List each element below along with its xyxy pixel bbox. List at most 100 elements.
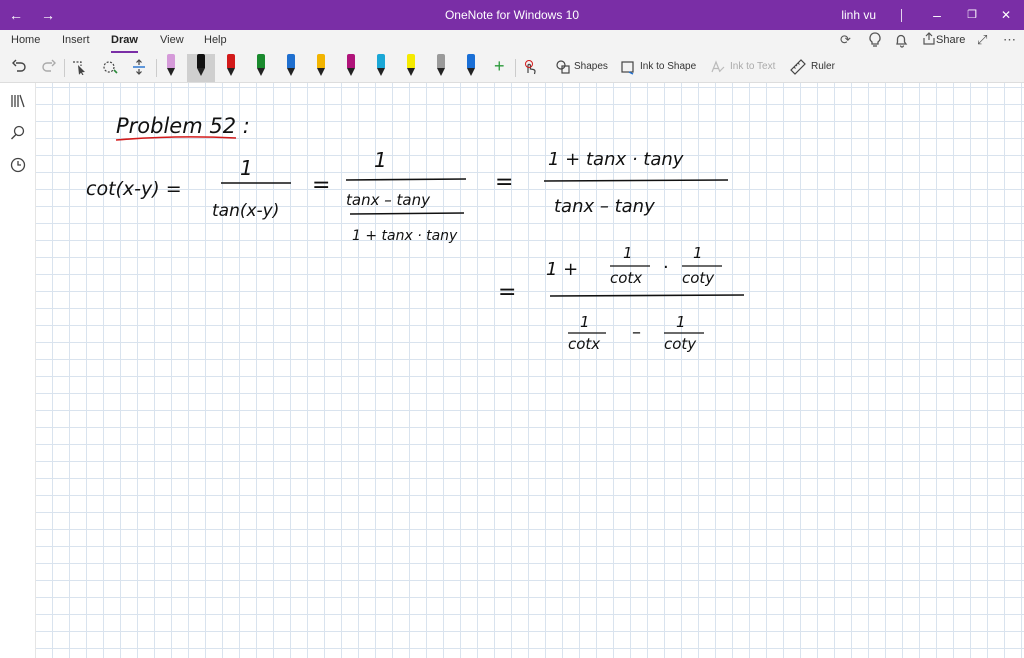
pen-tip-icon [167,68,175,76]
pen-tool[interactable] [466,54,476,78]
frac1-denominator: tan(x-y) [212,201,279,221]
problem-heading: Problem 52 : [116,114,250,138]
ruler-button[interactable]: Ruler [811,61,835,72]
notebooks-icon[interactable] [10,93,26,112]
tab-insert[interactable]: Insert [62,34,90,46]
tab-draw[interactable]: Draw [111,34,138,53]
toolbar-divider [64,59,65,77]
pen-tool[interactable] [166,54,176,78]
tab-home[interactable]: Home [11,34,40,46]
tab-view[interactable]: View [160,34,184,46]
lasso-select-icon[interactable] [71,59,89,78]
redo-icon[interactable] [41,59,57,78]
pen-tip-icon [437,68,445,76]
line2-f1-denominator: cotx [610,269,642,287]
line2-f1-numerator: 1 [623,244,633,262]
ruler-icon[interactable] [790,59,806,78]
navigation-rail [0,83,36,658]
titlebar-divider [901,9,902,22]
sync-icon[interactable]: ⟳ [840,32,851,48]
pen-tip-icon [347,68,355,76]
pen-tip-icon [227,68,235,76]
line2-den-f1-denominator: cotx [568,335,600,353]
tab-help[interactable]: Help [204,34,227,46]
pen-tip-icon [467,68,475,76]
undo-icon[interactable] [11,59,27,78]
frac2-bar [345,178,467,181]
shapes-button[interactable]: Shapes [574,61,608,72]
search-icon[interactable] [10,125,26,144]
pen-tip-icon [407,68,415,76]
pen-tip-icon [377,68,385,76]
notifications-icon[interactable] [894,32,910,51]
pen-tip-icon [287,68,295,76]
equals-3: = [498,280,516,305]
pen-tool[interactable] [196,54,206,78]
pen-color-swatch [347,54,355,68]
restore-button[interactable]: ❐ [961,0,983,30]
add-space-icon[interactable] [132,59,146,78]
line2-f2-denominator: coty [682,269,715,287]
line2-f2-numerator: 1 [693,244,703,262]
frac2-inner-bar [349,212,465,215]
ribbon-tabs: Home Insert Draw View Help ⟳ Share ⤢ ⋯ [0,30,1024,54]
pen-color-swatch [407,54,415,68]
pen-tip-icon [257,68,265,76]
line2-main-bar [549,294,745,297]
pen-tool[interactable] [436,54,446,78]
frac2-numerator: 1 [374,148,387,172]
ink-layer: Problem 52 : cot(x-y) = 1 tan(x-y) = 1 t… [86,114,745,353]
ink-to-shape-icon[interactable] [620,59,636,78]
pen-tip-icon [197,68,205,76]
shapes-icon[interactable] [555,59,571,78]
ink-to-text-icon[interactable] [710,59,726,78]
toolbar-divider [156,59,157,77]
frac3-numerator: 1 + tanx · tany [548,149,684,170]
line2-dot: · [663,257,669,278]
pen-color-swatch [467,54,475,68]
minimize-button[interactable]: – [926,0,948,30]
frac2-inner-numerator: tanx – tany [346,191,431,209]
ink-to-shape-button[interactable]: Ink to Shape [640,61,696,72]
draw-toolbar: + Shapes Ink to Shape Ink to Text Ruler [0,54,1024,83]
pen-tool[interactable] [286,54,296,78]
pen-tool[interactable] [376,54,386,78]
frac3-denominator: tanx – tany [554,196,655,217]
line2-den-f2-denominator: coty [664,335,697,353]
lightbulb-icon[interactable] [868,32,882,51]
line2-den-f2-numerator: 1 [676,313,686,331]
eraser-icon[interactable] [102,59,118,78]
frac3-bar [543,179,729,182]
toolbar-divider [515,59,516,77]
pen-tool[interactable] [256,54,266,78]
pen-tool[interactable] [346,54,356,78]
pen-color-swatch [167,54,175,68]
frac1-numerator: 1 [240,156,253,180]
ink-to-text-button[interactable]: Ink to Text [730,61,775,72]
add-pen-icon[interactable]: + [494,56,505,77]
line2-minus: – [632,322,641,343]
expand-icon[interactable]: ⤢ [977,32,987,48]
frac2-inner-denominator: 1 + tanx · tany [352,228,458,244]
pen-tool[interactable] [316,54,326,78]
pen-tip-icon [317,68,325,76]
pen-color-swatch [287,54,295,68]
share-icon[interactable] [922,32,936,49]
pen-tool[interactable] [226,54,236,78]
share-button[interactable]: Share [936,34,965,46]
pen-color-swatch [197,54,205,68]
pen-color-swatch [317,54,325,68]
pen-color-swatch [377,54,385,68]
close-button[interactable]: ✕ [995,0,1017,30]
pen-color-swatch [227,54,235,68]
pen-color-swatch [437,54,445,68]
user-name[interactable]: linh vu [841,0,876,30]
equals-1: = [312,173,330,198]
line2-den-f1-numerator: 1 [580,313,590,331]
note-canvas[interactable]: Problem 52 : cot(x-y) = 1 tan(x-y) = 1 t… [36,83,1024,658]
equals-2: = [495,170,513,195]
touch-drawing-icon[interactable] [522,59,538,78]
more-options-icon[interactable]: ⋯ [1003,32,1016,48]
pen-tool[interactable] [406,54,416,78]
recent-notes-icon[interactable] [10,157,26,176]
